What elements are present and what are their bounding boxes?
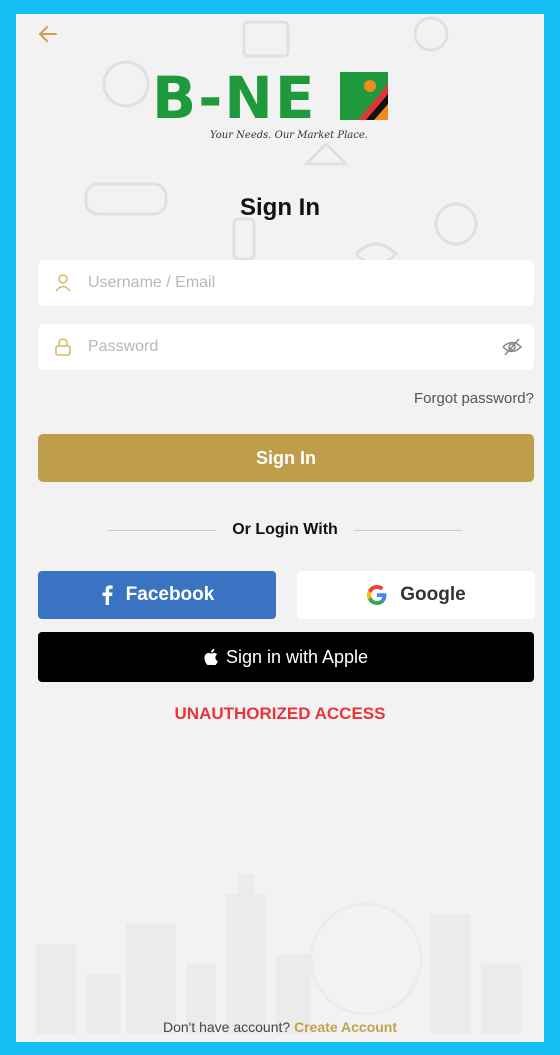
brand-logo: B-NE Your Needs. Our Market Place. <box>152 66 422 156</box>
flag-emblem-icon <box>340 72 388 120</box>
password-input[interactable] <box>88 338 490 356</box>
eye-slash-icon[interactable] <box>490 336 534 358</box>
city-skyline-decoration <box>36 874 521 1034</box>
facebook-label: Facebook <box>125 584 215 605</box>
back-button[interactable] <box>36 22 66 52</box>
facebook-login-button[interactable]: Facebook <box>38 571 276 619</box>
google-label: Google <box>400 584 466 605</box>
lock-icon <box>38 337 88 357</box>
apple-icon <box>204 649 218 665</box>
username-field[interactable] <box>38 260 534 306</box>
apple-label: Sign in with Apple <box>225 646 369 667</box>
divider-line-left <box>108 529 217 531</box>
sign-in-screen: B-NE Your Needs. Our Market Place. Sign … <box>16 14 544 1042</box>
divider-label: Or Login With <box>232 521 338 538</box>
username-input[interactable] <box>88 274 534 292</box>
page-title: Sign In <box>240 194 320 221</box>
user-icon <box>38 273 88 293</box>
divider-line-right <box>353 529 463 531</box>
arrow-left-icon <box>39 26 57 42</box>
create-account-link[interactable]: Create Account <box>294 1019 397 1035</box>
facebook-icon <box>102 585 113 605</box>
forgot-password-link[interactable]: Forgot password? <box>414 390 534 407</box>
logo-text: B-NE <box>152 64 317 132</box>
signup-prompt-text: Don't have account? <box>162 1019 291 1035</box>
sign-in-button[interactable]: Sign In <box>38 434 534 482</box>
logo-tagline: Your Needs. Our Market Place. <box>210 130 368 141</box>
apple-login-button[interactable]: Sign in with Apple <box>38 632 534 682</box>
status-message: UNAUTHORIZED ACCESS <box>174 704 386 723</box>
or-login-divider: Or Login With <box>108 520 463 540</box>
signup-prompt: Don't have account? Create Account <box>16 1019 544 1035</box>
google-login-button[interactable]: Google <box>297 571 535 619</box>
google-icon <box>367 585 387 605</box>
password-field[interactable] <box>38 324 534 370</box>
